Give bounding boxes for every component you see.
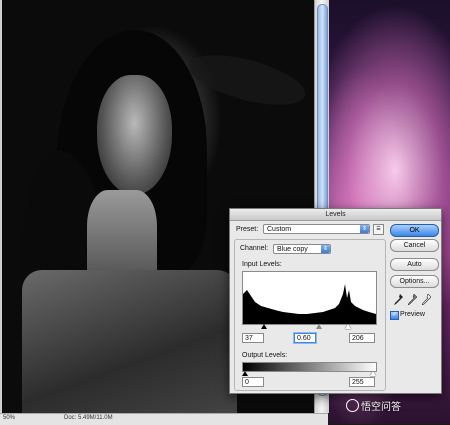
preset-label: Preset:: [236, 226, 259, 233]
preset-value: Custom: [267, 226, 292, 233]
gray-eyedropper-icon[interactable]: [408, 294, 417, 305]
output-black-slider[interactable]: [242, 371, 248, 376]
watermark: 悟空问答: [346, 398, 401, 413]
auto-button[interactable]: Auto: [390, 258, 439, 271]
input-white-slider[interactable]: [345, 324, 351, 329]
output-levels-label: Output Levels:: [242, 352, 288, 359]
preset-select[interactable]: Custom ⇕: [263, 224, 370, 234]
preview-checkbox[interactable]: ✓: [390, 311, 399, 320]
status-bar: 50% Doc: 5.49M/11.0M: [0, 413, 328, 425]
ok-button[interactable]: OK: [390, 224, 439, 237]
channel-label: Channel:: [240, 245, 269, 252]
output-white-slider[interactable]: [370, 371, 376, 376]
channel-value: Blue copy: [277, 246, 308, 253]
doc-size-info: Doc: 5.49M/11.0M: [64, 415, 113, 421]
dialog-title: Levels: [230, 209, 441, 221]
output-black-field[interactable]: 0: [242, 377, 264, 387]
input-levels-label: Input Levels:: [242, 261, 282, 268]
output-white-field[interactable]: 255: [349, 377, 375, 387]
input-gamma-field[interactable]: 0.60: [294, 333, 316, 343]
preset-options-icon[interactable]: ☰: [373, 224, 384, 235]
histogram: [242, 271, 377, 325]
input-black-field[interactable]: 37: [242, 333, 264, 343]
white-eyedropper-icon[interactable]: [422, 294, 431, 305]
watermark-logo-icon: [346, 399, 359, 412]
input-black-slider[interactable]: [261, 324, 267, 329]
output-gradient: [242, 362, 377, 372]
black-eyedropper-icon[interactable]: [394, 294, 403, 305]
checkmark-icon: ✓: [391, 312, 398, 318]
watermark-text: 悟空问答: [361, 402, 401, 413]
updown-arrow-icon: ⇕: [360, 225, 369, 233]
channel-select[interactable]: Blue copy ⇕: [273, 244, 331, 254]
input-white-field[interactable]: 206: [349, 333, 375, 343]
zoom-level[interactable]: 50%: [3, 415, 15, 421]
options-button[interactable]: Options...: [390, 275, 439, 288]
cancel-button[interactable]: Cancel: [390, 239, 439, 252]
levels-dialog: Levels Preset: Custom ⇕ ☰ Channel: Blue …: [229, 208, 442, 394]
input-gamma-slider[interactable]: [316, 324, 322, 329]
histogram-graph: [243, 284, 376, 324]
updown-arrow-icon: ⇕: [321, 245, 330, 253]
preview-label: Preview: [400, 311, 425, 318]
